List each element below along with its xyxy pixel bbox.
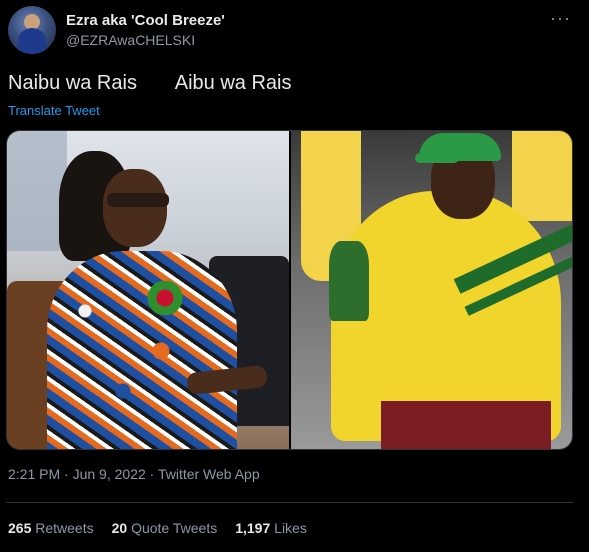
avatar[interactable] [8, 6, 56, 54]
tweet-stats: 265 Retweets 20 Quote Tweets 1,197 Likes [8, 520, 307, 536]
retweets-stat[interactable]: 265 Retweets [8, 520, 94, 536]
retweets-count: 265 [8, 520, 32, 536]
author-name[interactable]: Ezra aka 'Cool Breeze' [66, 12, 225, 29]
divider [6, 502, 573, 503]
more-options-icon[interactable]: ··· [550, 8, 571, 29]
quote-tweets-count: 20 [111, 520, 128, 536]
tweet-timestamp[interactable]: 2:21 PM · Jun 9, 2022 · Twitter Web App [8, 466, 260, 482]
tweet-media[interactable] [6, 130, 573, 450]
translate-tweet-link[interactable]: Translate Tweet [8, 103, 100, 118]
quote-tweets-label: Quote Tweets [131, 520, 218, 536]
tweet-text: Naibu wa Rais Aibu wa Rais [8, 72, 292, 94]
author-handle[interactable]: @EZRAwaCHELSKI [66, 32, 195, 48]
photo-woman-seated[interactable] [7, 131, 289, 449]
likes-label: Likes [274, 520, 307, 536]
retweets-label: Retweets [35, 520, 94, 536]
likes-stat[interactable]: 1,197 Likes [235, 520, 307, 536]
quote-tweets-stat[interactable]: 20 Quote Tweets [112, 520, 218, 536]
tweet-header: Ezra aka 'Cool Breeze' @EZRAwaCHELSKI ··… [8, 6, 581, 58]
photo-man-yellow-shirt[interactable] [290, 131, 572, 449]
likes-count: 1,197 [235, 520, 271, 536]
